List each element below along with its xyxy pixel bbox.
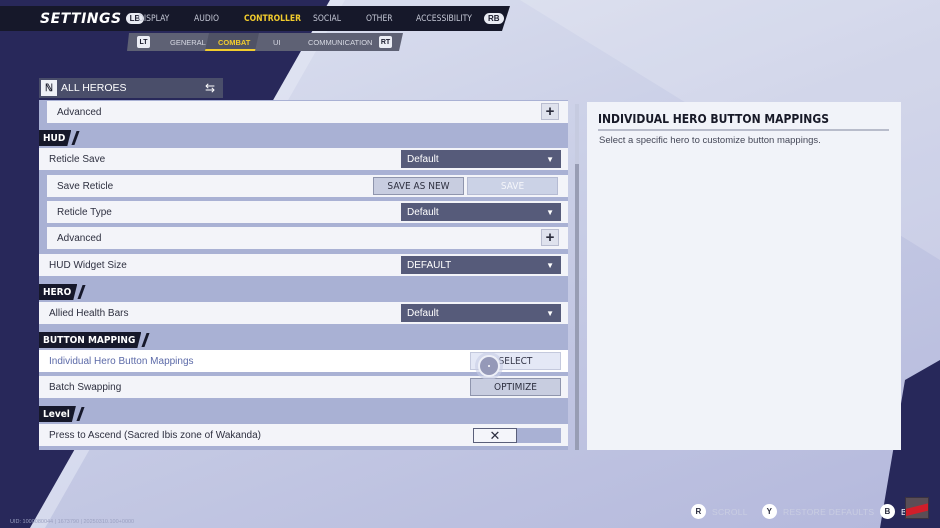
reticle-save-value: Default bbox=[407, 153, 439, 165]
section-button-mapping-title: BUTTON MAPPING bbox=[39, 332, 141, 348]
allied-health-bars-dropdown[interactable]: Default ▼ bbox=[401, 304, 561, 322]
tab-audio[interactable]: AUDIO bbox=[194, 14, 219, 24]
save-reticle-label: Save Reticle bbox=[57, 180, 114, 192]
section-slash bbox=[77, 285, 86, 299]
swap-arrows-icon[interactable]: ⇆ bbox=[205, 81, 215, 95]
hero-logo-icon: ℕ bbox=[41, 80, 57, 96]
section-slash bbox=[76, 407, 85, 421]
scroll-hint[interactable]: R SCROLL bbox=[691, 504, 748, 519]
advanced-top-row[interactable]: Advanced + bbox=[47, 101, 568, 123]
section-level-title: Level bbox=[39, 406, 76, 422]
press-to-ascend-label: Press to Ascend (Sacred Ibis zone of Wak… bbox=[49, 429, 261, 441]
caret-down-icon: ▼ bbox=[546, 207, 554, 217]
hero-selector[interactable]: ℕ ALL HEROES ⇆ bbox=[39, 78, 223, 98]
tab-display[interactable]: DISPLAY bbox=[138, 14, 169, 24]
restore-defaults-label: RESTORE DEFAULTS bbox=[783, 506, 875, 517]
hud-widget-size-value: DEFAULT bbox=[407, 259, 452, 271]
reticle-type-label: Reticle Type bbox=[57, 206, 112, 218]
save-reticle-row: Save Reticle SAVE AS NEW SAVE bbox=[47, 175, 568, 197]
reticle-save-row[interactable]: Reticle Save Default ▼ bbox=[39, 148, 568, 170]
scrollbar-thumb[interactable] bbox=[575, 164, 579, 450]
press-to-ascend-row[interactable]: Press to Ascend (Sacred Ibis zone of Wak… bbox=[39, 424, 568, 446]
tab-accessibility[interactable]: ACCESSIBILITY bbox=[416, 14, 472, 24]
subtab-communication[interactable]: COMMUNICATION bbox=[308, 38, 372, 47]
reticle-advanced-row[interactable]: Advanced + bbox=[47, 227, 568, 249]
caret-down-icon: ▼ bbox=[546, 308, 554, 318]
scroll-hint-label: SCROLL bbox=[712, 506, 748, 517]
settings-list: Advanced + HUD Reticle Save Default ▼ Sa… bbox=[39, 100, 568, 450]
channel-logo-icon bbox=[905, 497, 929, 519]
individual-hero-mappings-label: Individual Hero Button Mappings bbox=[49, 355, 194, 367]
caret-down-icon: ▼ bbox=[546, 154, 554, 164]
main-nav-bar: SETTINGS LB DISPLAY AUDIO CONTROLLER SOC… bbox=[0, 6, 510, 31]
info-panel-description: Select a specific hero to customize butt… bbox=[599, 135, 821, 146]
settings-scrollbar[interactable] bbox=[575, 104, 579, 450]
subtab-general[interactable]: GENERAL bbox=[170, 38, 206, 47]
toggle-off-x-icon: ✕ bbox=[473, 428, 517, 443]
section-slash bbox=[71, 131, 80, 145]
section-level: Level bbox=[39, 406, 85, 422]
subtab-combat[interactable]: COMBAT bbox=[218, 38, 250, 47]
sub-nav-bar: LT GENERAL COMBAT UI COMMUNICATION RT bbox=[127, 33, 403, 51]
rt-trigger-icon[interactable]: RT bbox=[379, 36, 392, 48]
tab-other[interactable]: OTHER bbox=[366, 14, 393, 24]
hud-widget-size-row[interactable]: HUD Widget Size DEFAULT ▼ bbox=[39, 254, 568, 276]
save-as-new-button[interactable]: SAVE AS NEW bbox=[373, 177, 464, 195]
expand-plus-icon[interactable]: + bbox=[541, 229, 559, 246]
advanced-top-label: Advanced bbox=[57, 106, 102, 118]
allied-health-bars-value: Default bbox=[407, 307, 439, 319]
reticle-save-label: Reticle Save bbox=[49, 153, 106, 165]
section-slash bbox=[141, 333, 150, 347]
reticle-advanced-label: Advanced bbox=[57, 232, 102, 244]
hud-widget-size-label: HUD Widget Size bbox=[49, 259, 127, 271]
batch-swapping-row[interactable]: Batch Swapping OPTIMIZE bbox=[39, 376, 568, 398]
section-hero: HERO bbox=[39, 284, 86, 300]
hud-widget-size-dropdown[interactable]: DEFAULT ▼ bbox=[401, 256, 561, 274]
settings-title: SETTINGS bbox=[40, 10, 122, 27]
reticle-type-row[interactable]: Reticle Type Default ▼ bbox=[47, 201, 568, 223]
uid-text: UID: 1000080044 | 1673790 | 20250310.100… bbox=[10, 519, 135, 525]
press-to-ascend-toggle[interactable]: ✕ bbox=[473, 428, 561, 443]
info-panel: INDIVIDUAL HERO BUTTON MAPPINGS Select a… bbox=[587, 102, 901, 450]
expand-plus-icon[interactable]: + bbox=[541, 103, 559, 120]
caret-down-icon: ▼ bbox=[546, 260, 554, 270]
section-hud-title: HUD bbox=[39, 130, 71, 146]
subtab-ui[interactable]: UI bbox=[273, 38, 281, 47]
batch-swapping-label: Batch Swapping bbox=[49, 381, 122, 393]
section-button-mapping: BUTTON MAPPING bbox=[39, 332, 150, 348]
optimize-button[interactable]: OPTIMIZE bbox=[470, 378, 561, 396]
hero-selector-label: ALL HEROES bbox=[61, 82, 127, 94]
reticle-type-value: Default bbox=[407, 206, 439, 218]
lt-trigger-icon[interactable]: LT bbox=[137, 36, 150, 48]
reticle-save-dropdown[interactable]: Default ▼ bbox=[401, 150, 561, 168]
section-hero-title: HERO bbox=[39, 284, 77, 300]
allied-health-bars-row[interactable]: Allied Health Bars Default ▼ bbox=[39, 302, 568, 324]
allied-health-bars-label: Allied Health Bars bbox=[49, 307, 129, 319]
reticle-type-dropdown[interactable]: Default ▼ bbox=[401, 203, 561, 221]
controller-cursor bbox=[478, 355, 500, 377]
section-hud: HUD bbox=[39, 130, 80, 146]
y-button-icon: Y bbox=[762, 504, 777, 519]
b-button-icon: B bbox=[880, 504, 895, 519]
r-stick-icon: R bbox=[691, 504, 706, 519]
tab-social[interactable]: SOCIAL bbox=[313, 14, 341, 24]
info-panel-title: INDIVIDUAL HERO BUTTON MAPPINGS bbox=[598, 112, 889, 131]
tab-controller[interactable]: CONTROLLER bbox=[244, 14, 301, 24]
restore-defaults-button[interactable]: Y RESTORE DEFAULTS bbox=[762, 504, 874, 519]
rb-bumper-icon[interactable]: RB bbox=[484, 13, 504, 24]
save-button[interactable]: SAVE bbox=[467, 177, 558, 195]
